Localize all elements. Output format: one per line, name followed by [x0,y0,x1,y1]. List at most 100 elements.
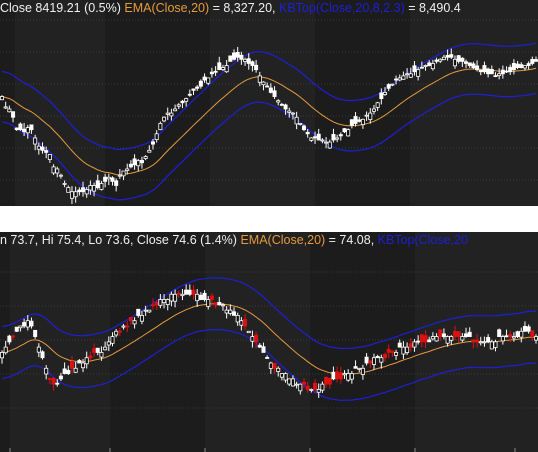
candle-body [147,309,152,313]
candle-body [305,131,310,135]
candle-body [158,123,163,131]
candle-body [401,75,406,80]
candle-body [66,187,71,193]
candle-body [162,116,167,122]
candle-body [18,123,23,131]
candle-body [349,373,354,380]
candle-body [482,341,487,344]
candle-body [40,351,45,359]
price-chart-bottom[interactable] [0,232,538,452]
candle-body [298,123,303,125]
legend-ema-label: EMA(Close,20) [240,233,326,247]
candle-body [320,139,325,142]
candle-body [77,360,82,364]
candle-body [235,51,240,58]
candle-body [110,177,115,182]
candle-body [246,58,251,64]
candle-body [430,336,435,340]
candle-body [132,320,137,325]
candle-body [165,299,170,305]
candle-body [147,149,152,153]
price-chart-top[interactable] [0,0,538,206]
candle-body [475,339,480,343]
candle-body [508,334,513,337]
candle-body [272,90,277,97]
candle-body [327,377,332,385]
candle-body [110,336,115,344]
legend-price-readout: Close 8419.21 (0.5%) [0,1,125,15]
candle-body [379,92,384,100]
candle-body [114,180,119,186]
candle-body [386,348,391,353]
candle-body [412,341,417,348]
candle-body [84,357,89,365]
candle-body [261,81,266,86]
candle-body [371,357,376,365]
candle-body [209,71,214,75]
candle-body [3,106,8,109]
candle-body [452,330,457,337]
candle-body [283,373,288,381]
legend-keltner-value: = 8,490.4 [404,1,461,15]
candle-body [530,58,535,64]
candle-body [232,52,237,60]
candle-body [360,367,365,375]
candle-body [360,118,365,126]
candle-body [92,185,97,192]
candle-body [14,127,19,131]
candle-body [254,334,259,343]
candle-body [99,183,104,190]
candle-body [33,329,38,337]
candle-body [139,159,144,164]
legend-ohlc-readout: n 73.7, Hi 75.4, Lo 73.6, Close 74.6 (1.… [0,233,241,247]
candle-body [449,54,454,58]
candle-body [493,75,498,78]
candle-body [508,66,513,73]
candle-body [394,352,399,356]
candle-body [176,104,181,107]
candle-body [184,98,189,102]
candle-body [313,136,318,139]
candle-body [239,320,244,326]
candle-body [419,66,424,69]
candle-body [522,325,527,332]
candle-body [7,108,12,113]
candle-body [489,341,494,350]
candle-body [224,309,229,314]
candle-body [279,103,284,106]
candle-body [375,102,380,108]
candle-body [103,346,108,351]
candle-body [3,346,8,354]
candle-body [58,375,63,380]
background-band [410,0,538,206]
candle-body [408,73,413,78]
candle-body [342,373,347,376]
candle-body [176,292,181,295]
candle-body [47,378,52,380]
candle-body [290,378,295,387]
candle-body [313,382,318,390]
candle-body [441,56,446,60]
candle-body [25,127,30,134]
candle-body [290,112,295,115]
candle-body [47,154,52,160]
candle-body [371,108,376,112]
candle-body [136,308,141,316]
candle-body [92,348,97,353]
candle-body [438,329,443,337]
candle-body [121,325,126,328]
candle-body [198,294,203,300]
candle-body [55,168,60,174]
candle-body [475,65,480,71]
candle-body [25,320,30,328]
chart-legend-bottom: n 73.7, Hi 75.4, Lo 73.6, Close 74.6 (1.… [0,232,468,248]
candle-body [357,119,362,122]
candle-body [423,65,428,67]
candle-body [331,133,336,141]
candle-body [534,59,538,62]
candle-body [62,183,67,185]
price-chart-panel-top[interactable]: Close 8419.21 (0.5%) EMA(Close,20) = 8,3… [0,0,538,206]
price-chart-panel-bottom[interactable]: n 73.7, Hi 75.4, Lo 73.6, Close 74.6 (1.… [0,232,538,452]
candle-body [522,65,527,69]
candle-body [143,156,148,159]
